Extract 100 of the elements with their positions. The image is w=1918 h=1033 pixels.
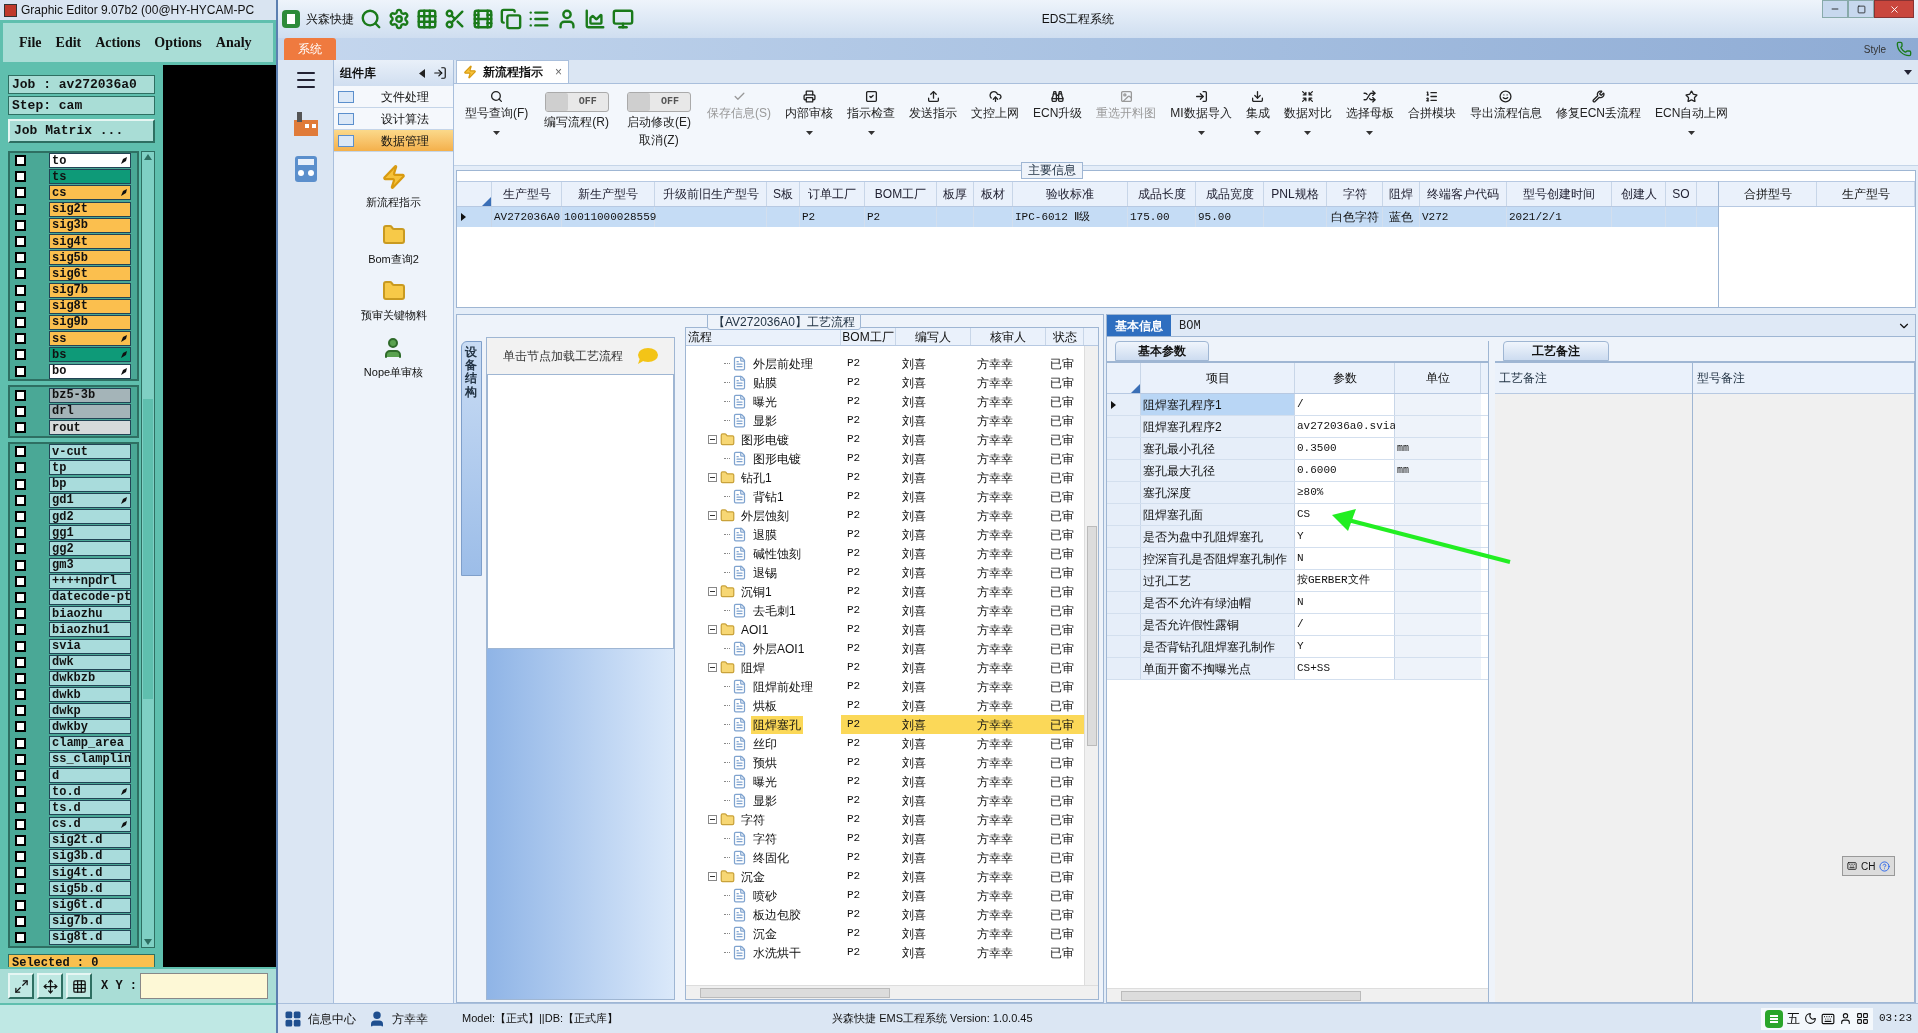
layer-checkbox[interactable] (15, 349, 26, 361)
ribbon-button[interactable]: 集成 (1238, 90, 1277, 135)
table-row[interactable]: 是否允许假性露铜 / (1107, 614, 1488, 636)
tree-row[interactable]: 图形电镀 P2 刘喜 方幸幸 已审 (686, 430, 1084, 449)
table-row[interactable]: 塞孔最大孔径 0.6000 mm (1107, 460, 1488, 482)
layer-name[interactable]: sig7b.d (49, 913, 131, 929)
layer-name[interactable]: sig5b (49, 250, 131, 266)
layer-name[interactable]: rout (49, 420, 131, 436)
tree-row[interactable]: 沉金 P2 刘喜 方幸幸 已审 (686, 867, 1084, 886)
layer-name[interactable]: to (49, 153, 131, 169)
layer-name[interactable]: gg1 (49, 525, 131, 541)
info-center-link[interactable]: 信息中心 (308, 1009, 356, 1028)
table-row[interactable]: 控深盲孔是否阻焊塞孔制作 N (1107, 548, 1488, 570)
nav-item[interactable]: 设计算法 (334, 108, 453, 130)
tree-row[interactable]: 水洗烘干 P2 刘喜 方幸幸 已审 (686, 943, 1084, 962)
layer-name[interactable]: dwk (49, 654, 131, 670)
collapse-icon[interactable] (708, 815, 717, 824)
layer-name[interactable]: sig7b (49, 282, 131, 298)
layer-checkbox[interactable] (15, 834, 26, 846)
layer-name[interactable]: sig8t (49, 298, 131, 314)
document-tab[interactable]: 新流程指示 × (456, 60, 569, 83)
ribbon-button[interactable]: 导出流程信息 (1462, 90, 1549, 121)
tree-row[interactable]: 钻孔1 P2 刘喜 方幸幸 已审 (686, 468, 1084, 487)
toggle-control[interactable]: OFF 启动修改(E) 取消(Z) (618, 90, 700, 148)
layer-checkbox[interactable] (15, 494, 26, 506)
ribbon-button[interactable]: 文控上网 (964, 90, 1026, 121)
ribbon-button[interactable]: 数据对比 (1276, 90, 1339, 135)
layer-name[interactable]: bs (49, 347, 131, 363)
layer-checkbox[interactable] (15, 753, 26, 765)
layer-name[interactable]: bo (49, 363, 131, 379)
layer-name[interactable]: datecode-pt (49, 589, 131, 605)
table-row[interactable]: 是否不允许有绿油帽 N (1107, 592, 1488, 614)
layer-checkbox[interactable] (15, 300, 26, 312)
toggle-control[interactable]: OFF 编写流程(R) (535, 90, 618, 130)
layer-checkbox[interactable] (15, 236, 26, 248)
layer-checkbox[interactable] (15, 559, 26, 571)
collapse-left-icon[interactable] (419, 68, 425, 78)
grid-icon[interactable] (284, 1009, 302, 1028)
layer-checkbox[interactable] (15, 883, 26, 895)
layer-checkbox[interactable] (15, 268, 26, 280)
layer-name[interactable]: ts.d (49, 800, 131, 816)
layer-name[interactable]: gd2 (49, 509, 131, 525)
layer-checkbox[interactable] (15, 422, 26, 434)
layer-name[interactable]: gm3 (49, 557, 131, 573)
tree-row[interactable]: 喷砂 P2 刘喜 方幸幸 已审 (686, 886, 1084, 905)
layer-name[interactable]: to.d (49, 784, 131, 800)
layer-checkbox[interactable] (15, 867, 26, 879)
layer-name[interactable]: tp (49, 460, 131, 476)
layer-checkbox[interactable] (15, 915, 26, 927)
coordinate-field[interactable] (140, 973, 268, 999)
layer-name[interactable]: bz5-3b (49, 387, 131, 403)
tree-row[interactable]: 图形电镀 P2 刘喜 方幸幸 已审 (686, 449, 1084, 468)
copy-icon[interactable] (500, 8, 522, 30)
layer-checkbox[interactable] (15, 333, 26, 345)
tree-row[interactable]: 显影 P2 刘喜 方幸幸 已审 (686, 791, 1084, 810)
tree-row[interactable]: 终固化 P2 刘喜 方幸幸 已审 (686, 848, 1084, 867)
monitor-icon[interactable] (612, 8, 634, 30)
layer-checkbox[interactable] (15, 575, 26, 587)
tool-button[interactable] (8, 973, 34, 999)
tab[interactable]: BOM (1171, 315, 1209, 336)
menu-item[interactable]: Actions (95, 32, 141, 53)
layer-name[interactable]: sig2t.d (49, 832, 131, 848)
layer-name[interactable]: sig5b.d (49, 881, 131, 897)
menu-item[interactable]: File (19, 32, 42, 53)
layer-checkbox[interactable] (15, 462, 26, 474)
layer-checkbox[interactable] (15, 405, 26, 417)
layer-checkbox[interactable] (15, 284, 26, 296)
layer-name[interactable]: d (49, 768, 131, 784)
tree-row[interactable]: 外层前处理 P2 刘喜 方幸幸 已审 (686, 354, 1084, 373)
layer-name[interactable]: svia (49, 638, 131, 654)
layer-name[interactable]: sig8t.d (49, 929, 131, 945)
ribbon-button[interactable]: 型号查询(F) (458, 90, 536, 135)
collapse-icon[interactable] (708, 625, 717, 634)
tree-row[interactable]: 外层AOI1 P2 刘喜 方幸幸 已审 (686, 639, 1084, 658)
scroll-down-icon[interactable] (144, 938, 152, 945)
dropdown-icon[interactable] (1904, 70, 1912, 75)
ribbon-button[interactable]: 合拼模块 (1400, 90, 1463, 121)
layer-name[interactable]: dwkbzb (49, 670, 131, 686)
tree-row[interactable]: 字符 P2 刘喜 方幸幸 已审 (686, 810, 1084, 829)
person-icon[interactable] (556, 8, 578, 30)
layer-name[interactable]: dwkby (49, 719, 131, 735)
tree-row[interactable]: 碱性蚀刻 P2 刘喜 方幸幸 已审 (686, 544, 1084, 563)
layer-checkbox[interactable] (15, 721, 26, 733)
layer-name[interactable]: ++++npdrl (49, 573, 131, 589)
layer-checkbox[interactable] (15, 850, 26, 862)
tree-row[interactable]: 字符 P2 刘喜 方幸幸 已审 (686, 829, 1084, 848)
layer-name[interactable]: sig6t (49, 266, 131, 282)
tab[interactable]: 基本参数 (1115, 341, 1209, 361)
tree-row[interactable]: 贴膜 P2 刘喜 方幸幸 已审 (686, 373, 1084, 392)
layer-checkbox[interactable] (15, 478, 26, 490)
nav-item[interactable]: 文件处理 (334, 86, 453, 108)
table-row[interactable]: 塞孔最小孔径 0.3500 mm (1107, 438, 1488, 460)
tree-row[interactable]: 丝印 P2 刘喜 方幸幸 已审 (686, 734, 1084, 753)
tree-row[interactable]: 去毛刺1 P2 刘喜 方幸幸 已审 (686, 601, 1084, 620)
layer-checkbox[interactable] (15, 802, 26, 814)
tree-row[interactable]: 曝光 P2 刘喜 方幸幸 已审 (686, 772, 1084, 791)
layer-checkbox[interactable] (15, 252, 26, 264)
layer-checkbox[interactable] (15, 656, 26, 668)
layer-name[interactable]: bp (49, 476, 131, 492)
layer-checkbox[interactable] (15, 818, 26, 830)
